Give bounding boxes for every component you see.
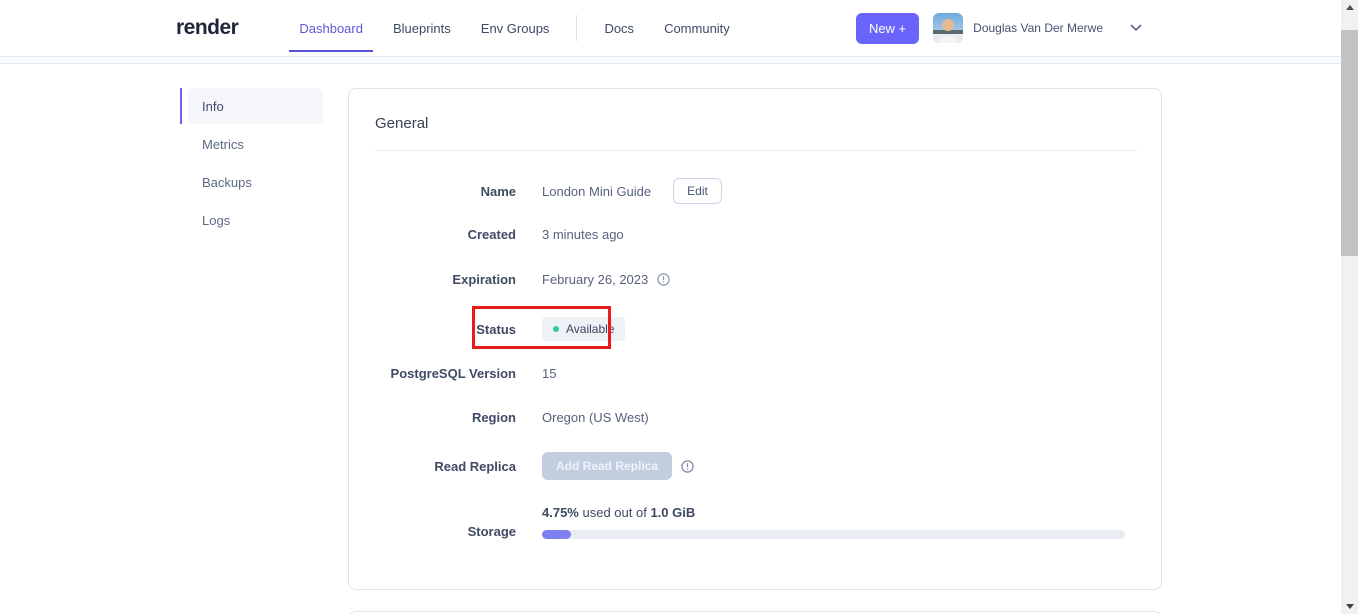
postgresql-version-value: 15 xyxy=(542,366,557,381)
storage-row: Storage 4.75% used out of 1.0 GiB xyxy=(349,505,1137,539)
storage-usage-text: 4.75% used out of 1.0 GiB xyxy=(542,505,1137,520)
storage-total: 1.0 GiB xyxy=(650,505,696,520)
region-label: Region xyxy=(471,410,516,425)
add-read-replica-button[interactable]: Add Read Replica xyxy=(542,452,673,480)
nav-item-docs[interactable]: Docs xyxy=(589,0,649,56)
region-row: Region Oregon (US West) xyxy=(349,410,1137,425)
chevron-down-icon[interactable] xyxy=(1129,23,1143,33)
edit-name-button[interactable]: Edit xyxy=(673,178,722,204)
nav-item-blueprints[interactable]: Blueprints xyxy=(378,0,466,56)
storage-label: Storage xyxy=(467,524,516,539)
name-row: Name London Mini Guide Edit xyxy=(349,178,1137,204)
postgresql-version-row: PostgreSQL Version 15 xyxy=(349,366,1137,381)
scrollbar-down-arrow[interactable] xyxy=(1341,599,1358,614)
card-title: General xyxy=(375,115,429,132)
storage-used-pct: 4.75% xyxy=(542,505,579,520)
status-value-wrap: Available xyxy=(542,317,626,341)
storage-progress-track xyxy=(542,530,1125,539)
read-replica-value-wrap: Add Read Replica xyxy=(542,452,694,480)
header-right: New + Douglas Van Der Merwe xyxy=(855,0,1143,56)
status-badge: Available xyxy=(542,317,626,341)
expiration-info-icon[interactable] xyxy=(657,273,670,286)
created-row: Created 3 minutes ago xyxy=(349,227,1137,242)
header-bottom-strip xyxy=(0,56,1341,64)
top-navbar: render Dashboard Blueprints Env Groups D… xyxy=(0,0,1341,56)
nav-item-community[interactable]: Community xyxy=(649,0,745,56)
card-title-divider xyxy=(375,150,1137,151)
expiration-row: Expiration February 26, 2023 xyxy=(349,272,1137,287)
page: render Dashboard Blueprints Env Groups D… xyxy=(0,0,1358,614)
postgresql-version-label: PostgreSQL Version xyxy=(390,366,516,381)
created-value: 3 minutes ago xyxy=(542,227,624,242)
status-label: Status xyxy=(476,321,516,337)
created-label: Created xyxy=(467,227,516,242)
read-replica-row: Read Replica Add Read Replica xyxy=(349,452,1137,480)
region-value: Oregon (US West) xyxy=(542,410,649,425)
sidebar-item-metrics[interactable]: Metrics xyxy=(188,126,323,162)
expiration-value: February 26, 2023 xyxy=(542,272,649,287)
storage-progress-fill xyxy=(542,530,572,539)
read-replica-label: Read Replica xyxy=(434,458,516,474)
expiration-label: Expiration xyxy=(452,272,516,287)
read-replica-info-icon[interactable] xyxy=(681,459,694,473)
render-logo[interactable]: render xyxy=(176,16,239,40)
sidebar-item-logs[interactable]: Logs xyxy=(188,202,323,238)
name-label: Name xyxy=(480,183,516,199)
nav-item-env-groups[interactable]: Env Groups xyxy=(466,0,565,56)
sidebar-active-indicator xyxy=(180,88,182,124)
sidebar-item-info[interactable]: Info xyxy=(188,88,323,124)
nav-divider xyxy=(576,15,578,41)
avatar-photo xyxy=(933,13,964,43)
sidebar: Info Metrics Backups Logs xyxy=(180,88,323,240)
name-value: London Mini Guide xyxy=(542,183,652,199)
storage-middle-text: used out of xyxy=(578,505,651,520)
main-nav: Dashboard Blueprints Env Groups Docs Com… xyxy=(284,0,744,56)
status-dot-icon xyxy=(553,326,559,332)
storage-body: 4.75% used out of 1.0 GiB xyxy=(542,505,1137,539)
scrollbar-up-arrow[interactable] xyxy=(1341,0,1358,15)
new-button[interactable]: New + xyxy=(855,12,920,44)
vertical-scrollbar[interactable] xyxy=(1341,0,1358,614)
sidebar-item-backups[interactable]: Backups xyxy=(188,164,323,200)
general-card: General Name London Mini Guide Edit Crea… xyxy=(348,88,1162,590)
user-avatar[interactable] xyxy=(933,13,964,43)
status-row: Status Available xyxy=(349,317,1137,341)
scrollbar-thumb[interactable] xyxy=(1341,30,1358,256)
user-menu-name[interactable]: Douglas Van Der Merwe xyxy=(973,21,1103,35)
status-badge-text: Available xyxy=(566,322,615,336)
nav-item-dashboard[interactable]: Dashboard xyxy=(284,0,378,56)
